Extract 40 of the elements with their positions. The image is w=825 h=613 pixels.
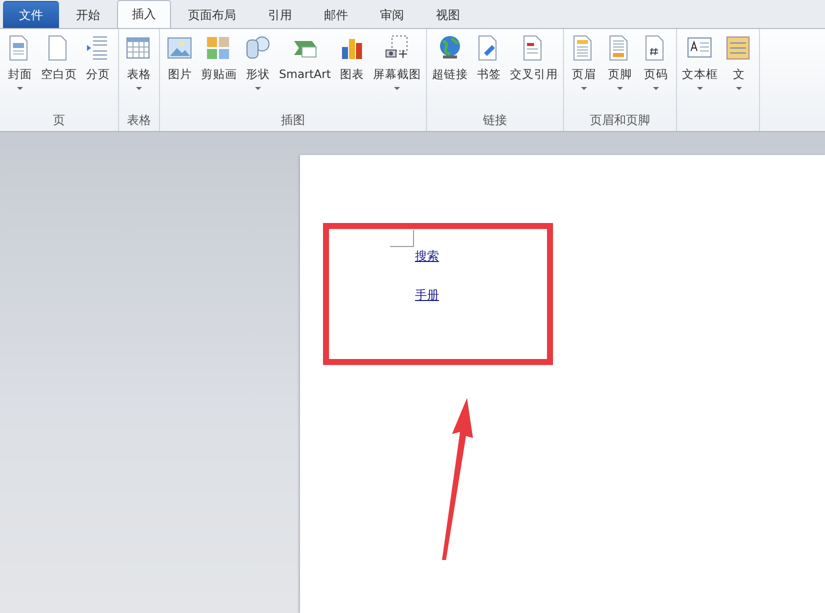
ribbon-button[interactable]: 图片 [162,29,198,109]
clip-art-icon [206,35,232,61]
ribbon-button[interactable]: 文 [720,29,757,109]
group-label: 表格 [127,112,151,128]
ribbon-button[interactable]: 超链接 [428,29,471,109]
group-label: 页 [53,112,65,128]
ribbon-button[interactable]: 形状 [240,29,276,109]
ribbon-button[interactable]: 剪贴画 [198,29,240,109]
ribbon-tab[interactable]: 开始 [61,1,115,28]
ribbon-button[interactable]: 空白页 [38,29,80,109]
ribbon-tab[interactable]: 视图 [421,1,475,28]
ribbon-button[interactable]: 交叉引用 [506,29,561,109]
hyperlink[interactable]: 搜索 [415,248,439,265]
ribbon-button[interactable]: 页眉 [566,29,602,109]
hyperlink[interactable]: 手册 [415,287,439,304]
ribbon-tab[interactable]: 引用 [253,1,307,28]
margin-corner-mark [390,230,414,247]
shapes-icon [245,35,271,61]
ribbon-tab[interactable]: 邮件 [309,1,363,28]
ribbon-button[interactable]: 书签 [470,29,507,109]
ribbon-button[interactable]: SmartArt [276,29,334,109]
ribbon-tab[interactable]: 插入 [117,0,171,28]
ribbon-button[interactable]: 表格 [121,29,157,109]
ribbon-button[interactable]: 页码 [638,29,674,109]
ribbon-button[interactable]: 封面 [2,29,38,109]
ribbon-button[interactable]: 文本框 [678,29,721,109]
picture-icon [167,35,193,61]
group-label: 链接 [482,112,507,128]
ribbon-tab[interactable]: 文件 [3,1,59,28]
table-icon [126,35,152,61]
ribbon-button[interactable]: 分页 [80,29,116,109]
document-parts-icon [726,35,752,61]
ribbon-button[interactable]: 页脚 [602,29,638,109]
ribbon-button[interactable]: 屏幕截图 [370,29,424,109]
group-label: 插图 [280,112,305,128]
ribbon-button[interactable]: 图表 [334,29,370,109]
group-label: 页眉和页脚 [590,112,650,128]
screenshot-icon [384,35,410,61]
ribbon-tab[interactable]: 审阅 [365,1,419,28]
ribbon-tab[interactable]: 页面布局 [173,1,251,28]
